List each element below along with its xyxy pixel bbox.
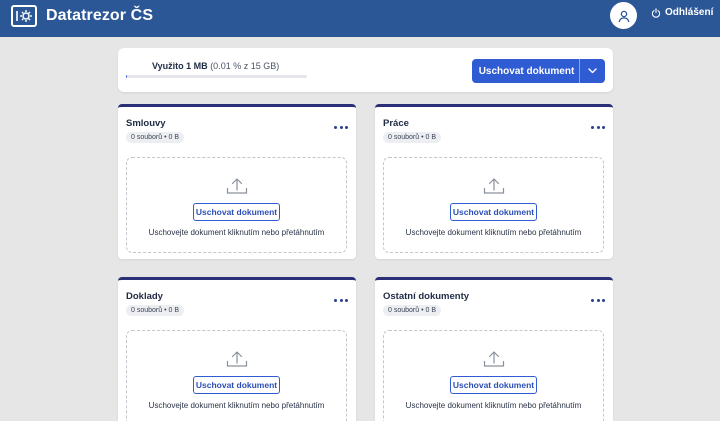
more-options-icon[interactable] <box>334 297 348 303</box>
storage-usage-card: Využito 1 MB (0.01 % z 15 GB) Uschovat d… <box>118 48 613 92</box>
upload-dropzone[interactable]: Uschovat dokument Uschovejte dokument kl… <box>383 330 604 421</box>
storage-progress-fill <box>126 75 128 78</box>
upload-icon <box>226 351 248 367</box>
user-icon <box>618 10 629 22</box>
safe-icon[interactable] <box>11 5 37 27</box>
dropzone-hint: Uschovejte dokument kliknutím nebo přetá… <box>148 401 325 410</box>
upload-document-button[interactable]: Uschovat dokument <box>450 203 537 221</box>
logout-button[interactable]: Odhlášení <box>651 7 713 18</box>
logout-label: Odhlášení <box>665 7 714 18</box>
folder-title: Práce <box>383 118 409 129</box>
folder-title: Ostatní dokumenty <box>383 291 470 302</box>
dropzone-hint: Uschovejte dokument kliknutím nebo přetá… <box>405 401 582 410</box>
folder-card-smlouvy: Smlouvy 0 souborů • 0 B Uschovat dokumen… <box>118 104 356 259</box>
upload-icon <box>226 178 248 194</box>
top-bar: Datatrezor ČS Odhlášení <box>0 0 720 37</box>
upload-options-dropdown[interactable] <box>580 68 605 74</box>
more-options-icon[interactable] <box>591 124 605 130</box>
dropzone-hint: Uschovejte dokument kliknutím nebo přetá… <box>148 228 325 237</box>
upload-dropzone[interactable]: Uschovat dokument Uschovejte dokument kl… <box>126 157 347 253</box>
upload-document-button[interactable]: Uschovat dokument <box>193 203 280 221</box>
folder-file-count-badge: 0 souborů • 0 B <box>126 132 184 143</box>
chevron-down-icon <box>588 68 597 74</box>
storage-used: Využito 1 MB <box>152 61 208 71</box>
upload-document-button[interactable]: Uschovat dokument <box>450 376 537 394</box>
storage-detail: (0.01 % z 15 GB) <box>210 61 280 71</box>
folder-file-count-badge: 0 souborů • 0 B <box>126 305 184 316</box>
upload-icon <box>483 178 505 194</box>
more-options-icon[interactable] <box>591 297 605 303</box>
upload-document-button[interactable]: Uschovat dokument <box>193 376 280 394</box>
upload-icon <box>483 351 505 367</box>
power-icon <box>651 7 661 18</box>
more-options-icon[interactable] <box>334 124 348 130</box>
folder-title: Doklady <box>126 291 163 302</box>
app-title[interactable]: Datatrezor ČS <box>46 7 153 25</box>
dropzone-hint: Uschovejte dokument kliknutím nebo přetá… <box>405 228 582 237</box>
folder-card-prace: Práce 0 souborů • 0 B Uschovat dokument … <box>375 104 613 259</box>
upload-dropzone[interactable]: Uschovat dokument Uschovejte dokument kl… <box>126 330 347 421</box>
storage-progress-bar <box>126 75 307 78</box>
upload-dropzone[interactable]: Uschovat dokument Uschovejte dokument kl… <box>383 157 604 253</box>
folder-card-ostatni-dokumenty: Ostatní dokumenty 0 souborů • 0 B Uschov… <box>375 277 613 421</box>
user-avatar-button[interactable] <box>610 2 637 29</box>
storage-usage-text: Využito 1 MB (0.01 % z 15 GB) <box>152 61 279 71</box>
upload-document-split-button[interactable]: Uschovat dokument <box>472 59 605 83</box>
upload-document-button[interactable]: Uschovat dokument <box>472 66 579 77</box>
folder-title: Smlouvy <box>126 118 166 129</box>
folder-card-doklady: Doklady 0 souborů • 0 B Uschovat dokumen… <box>118 277 356 421</box>
folder-file-count-badge: 0 souborů • 0 B <box>383 132 441 143</box>
folder-file-count-badge: 0 souborů • 0 B <box>383 305 441 316</box>
